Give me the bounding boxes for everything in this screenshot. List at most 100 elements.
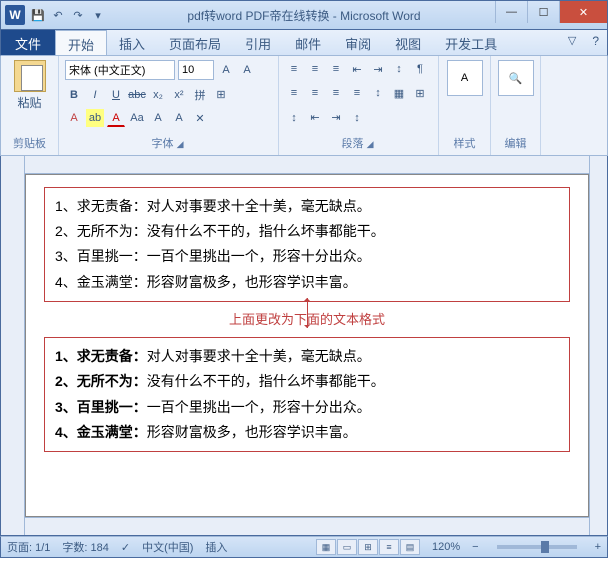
page-status[interactable]: 页面: 1/1 <box>7 539 50 555</box>
minimize-button[interactable]: — <box>495 1 527 23</box>
document-area: 1、求无责备：对人对事要求十全十美，毫无缺点。 2、无所不为：没有什么不干的，指什… <box>0 156 608 536</box>
tab-layout[interactable]: 页面布局 <box>157 30 233 55</box>
word-count[interactable]: 字数: 184 <box>62 539 108 555</box>
list-item: 1、求无责备：对人对事要求十全十美，毫无缺点。 <box>55 194 559 219</box>
window-controls: — ☐ ✕ <box>495 1 607 23</box>
app-icon[interactable]: W <box>5 5 25 25</box>
clear-format-button[interactable]: ✕ <box>191 109 209 127</box>
draft-view[interactable]: ▤ <box>400 539 420 555</box>
clipboard-label: 剪贴板 <box>7 135 52 151</box>
dedent-button[interactable]: ⇤ <box>348 60 366 78</box>
indent-button[interactable]: ⇥ <box>369 60 387 78</box>
line-spacing-button[interactable]: ↕ <box>369 84 387 102</box>
document-page[interactable]: 1、求无责备：对人对事要求十全十美，毫无缺点。 2、无所不为：没有什么不干的，指什… <box>25 174 589 517</box>
align-center-button[interactable]: ≡ <box>306 84 324 102</box>
underline-button[interactable]: U <box>107 86 125 104</box>
strike-button[interactable]: abc <box>128 86 146 104</box>
outline-view[interactable]: ≡ <box>379 539 399 555</box>
spell-check-icon[interactable]: ✓ <box>121 541 130 554</box>
ribbon: 粘贴 剪贴板 A A B I U abc x₂ x² 拼 ⊞ A ab A Aa… <box>0 56 608 156</box>
change-case-button[interactable]: Aa <box>128 109 146 127</box>
bullets-button[interactable]: ≡ <box>285 60 303 78</box>
align-right-button[interactable]: ≡ <box>327 84 345 102</box>
spacing2-button[interactable]: ↕ <box>348 109 366 127</box>
paste-label: 粘贴 <box>17 94 41 111</box>
window-title: pdf转word PDF帝在线转换 - Microsoft Word <box>187 7 420 24</box>
maximize-button[interactable]: ☐ <box>527 1 559 23</box>
undo-button[interactable]: ↶ <box>49 6 67 24</box>
text-block-2: 1、求无责备：对人对事要求十全十美，毫无缺点。2、无所不为：没有什么不干的，指什… <box>44 337 570 452</box>
bold-button[interactable]: B <box>65 86 83 104</box>
tab-mail[interactable]: 邮件 <box>283 30 333 55</box>
group-paragraph: ≡ ≡ ≡ ⇤ ⇥ ↕ ¶ ≡ ≡ ≡ ≡ ↕ ▦ ⊞ ↕ ⇤ ⇥ ↕ 段落 ◢ <box>279 56 439 155</box>
find-button[interactable]: 🔍 <box>498 60 534 96</box>
font-color-button[interactable]: A <box>107 109 125 127</box>
numbering-button[interactable]: ≡ <box>306 60 324 78</box>
align-left-button[interactable]: ≡ <box>285 84 303 102</box>
vertical-ruler[interactable] <box>1 156 25 535</box>
font-name-select[interactable] <box>65 60 175 80</box>
font-label: 字体 ◢ <box>65 135 272 151</box>
tab-review[interactable]: 审阅 <box>333 30 383 55</box>
grow-font2-button[interactable]: A <box>149 109 167 127</box>
help-button[interactable]: ? <box>584 30 607 55</box>
annotation-text: 上面更改为下面的文本格式 <box>44 308 570 331</box>
vertical-scrollbar[interactable] <box>589 156 607 535</box>
font-dialog-launcher[interactable]: ◢ <box>177 139 184 149</box>
font-size-select[interactable] <box>178 60 214 80</box>
highlight-button[interactable]: ab <box>86 109 104 127</box>
statusbar: 页面: 1/1 字数: 184 ✓ 中文(中国) 插入 ▦ ▭ ⊞ ≡ ▤ 12… <box>0 536 608 558</box>
zoom-in-button[interactable]: + <box>595 541 601 553</box>
minimize-ribbon-button[interactable]: ▽ <box>560 30 584 55</box>
marks-button[interactable]: ¶ <box>411 60 429 78</box>
text-block-1: 1、求无责备：对人对事要求十全十美，毫无缺点。2、无所不为：没有什么不干的，指什… <box>44 187 570 302</box>
phonetic-button[interactable]: 拼 <box>191 86 209 104</box>
insert-mode[interactable]: 插入 <box>205 539 227 555</box>
para-dialog-launcher[interactable]: ◢ <box>367 139 374 149</box>
subscript-button[interactable]: x₂ <box>149 86 167 104</box>
grow-font-button[interactable]: A <box>217 61 235 79</box>
paste-icon <box>14 60 46 92</box>
redo-button[interactable]: ↷ <box>69 6 87 24</box>
justify-button[interactable]: ≡ <box>348 84 366 102</box>
shrink-font2-button[interactable]: A <box>170 109 188 127</box>
web-view[interactable]: ⊞ <box>358 539 378 555</box>
fullscreen-view[interactable]: ▭ <box>337 539 357 555</box>
zoom-out-button[interactable]: − <box>472 541 478 553</box>
borders-button[interactable]: ⊞ <box>411 84 429 102</box>
sort2-button[interactable]: ↕ <box>285 109 303 127</box>
sort-button[interactable]: ↕ <box>390 60 408 78</box>
tab-dev[interactable]: 开发工具 <box>433 30 509 55</box>
list-item: 3、百里挑一：一百个里挑出一个，形容十分出众。 <box>55 395 559 420</box>
zoom-thumb[interactable] <box>541 541 549 553</box>
superscript-button[interactable]: x² <box>170 86 188 104</box>
italic-button[interactable]: I <box>86 86 104 104</box>
dedent2-button[interactable]: ⇤ <box>306 109 324 127</box>
zoom-level[interactable]: 120% <box>432 541 460 553</box>
shading-button[interactable]: ▦ <box>390 84 408 102</box>
styles-label: 样式 <box>445 135 484 151</box>
titlebar: W 💾 ↶ ↷ ▾ pdf转word PDF帝在线转换 - Microsoft … <box>0 0 608 30</box>
tab-view[interactable]: 视图 <box>383 30 433 55</box>
multilevel-button[interactable]: ≡ <box>327 60 345 78</box>
text-effects-button[interactable]: A <box>65 109 83 127</box>
char-border-button[interactable]: ⊞ <box>212 86 230 104</box>
save-button[interactable]: 💾 <box>29 6 47 24</box>
qat-dropdown[interactable]: ▾ <box>89 6 107 24</box>
language-status[interactable]: 中文(中国) <box>142 539 193 555</box>
styles-button[interactable]: A <box>447 60 483 96</box>
shrink-font-button[interactable]: A <box>238 61 256 79</box>
tab-file[interactable]: 文件 <box>1 30 55 55</box>
paste-button[interactable]: 粘贴 <box>7 60 52 111</box>
tab-reference[interactable]: 引用 <box>233 30 283 55</box>
horizontal-scrollbar[interactable] <box>25 517 589 535</box>
view-buttons: ▦ ▭ ⊞ ≡ ▤ <box>316 539 420 555</box>
indent2-button[interactable]: ⇥ <box>327 109 345 127</box>
tab-insert[interactable]: 插入 <box>107 30 157 55</box>
horizontal-ruler[interactable] <box>25 156 589 174</box>
zoom-slider[interactable] <box>497 545 577 549</box>
tab-home[interactable]: 开始 <box>55 30 107 55</box>
close-button[interactable]: ✕ <box>559 1 607 23</box>
print-layout-view[interactable]: ▦ <box>316 539 336 555</box>
list-item: 2、无所不为：没有什么不干的，指什么坏事都能干。 <box>55 369 559 394</box>
